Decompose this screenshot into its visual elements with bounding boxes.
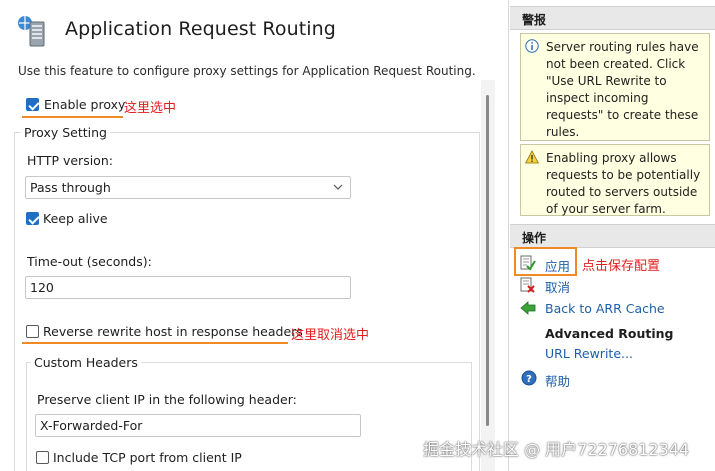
reverse-rewrite-underline [22,342,288,344]
http-version-value: Pass through [30,180,111,195]
preserve-ip-label: Preserve client IP in the following head… [37,392,297,407]
help-icon[interactable]: ? [521,370,537,386]
watermark: 掘金技术社区 @ 用户722768123​44 [423,440,690,459]
keep-alive-label: Keep alive [43,211,108,226]
reverse-rewrite-annotation: 这里取消选中 [291,328,370,343]
enable-proxy-label: Enable proxy [44,97,126,112]
alerts-header: 警报 [510,6,715,30]
apply-annotation: 点击保存配置 [582,259,661,274]
warning-icon [525,150,539,164]
keep-alive-checkbox[interactable] [26,212,39,225]
alert-routing-rules: Server routing rules have not been creat… [520,33,710,141]
main-pane: Application Request Routing Use this fea… [0,0,509,471]
preserve-ip-input[interactable]: X-Forwarded-For [35,414,361,437]
preserve-ip-value: X-Forwarded-For [40,418,143,433]
enable-proxy-checkbox[interactable] [26,98,39,111]
back-arrow-icon[interactable] [520,300,536,316]
include-tcp-port-label: Include TCP port from client IP [53,450,242,465]
page-title: Application Request Routing [65,18,336,40]
timeout-label: Time-out (seconds): [27,254,152,269]
reverse-rewrite-checkbox[interactable] [26,325,39,338]
timeout-input[interactable]: 120 [25,276,351,299]
page-description: Use this feature to configure proxy sett… [18,64,476,78]
alert-proxy-warning-text: Enabling proxy allows requests to be pot… [546,151,701,216]
cancel-action[interactable]: 取消 [545,277,570,296]
alert-proxy-warning: Enabling proxy allows requests to be pot… [520,144,710,216]
enable-proxy-underline [22,116,123,118]
http-version-select[interactable]: Pass through [25,176,351,199]
help-link[interactable]: 帮助 [545,371,570,390]
include-tcp-port-checkbox[interactable] [36,451,49,464]
alerts-header-label: 警报 [522,13,547,27]
scrollbar-thumb[interactable] [486,95,489,426]
actions-header-label: 操作 [522,231,547,245]
timeout-value: 120 [30,280,54,295]
cancel-icon[interactable] [520,277,536,293]
reverse-rewrite-label: Reverse rewrite host in response headers [43,324,303,339]
apply-highlight-box [514,247,577,276]
http-version-label: HTTP version: [27,153,113,168]
alert-routing-rules-text: Server routing rules have not been creat… [546,40,699,139]
server-icon [18,16,45,47]
url-rewrite-link[interactable]: URL Rewrite... [545,346,633,361]
advanced-routing-heading: Advanced Routing [545,326,674,341]
proxy-setting-group-title: Proxy Setting [21,125,110,140]
svg-text:?: ? [526,374,532,385]
back-to-arr-cache-link[interactable]: Back to ARR Cache [545,301,665,316]
actions-header: 操作 [510,224,715,248]
chevron-down-icon [333,184,343,190]
enable-proxy-annotation: 这里选中 [124,101,177,116]
actions-pane: 警报 Server routing rules have not been cr… [510,0,715,471]
custom-headers-group-title: Custom Headers [31,355,141,370]
info-icon [525,39,539,53]
